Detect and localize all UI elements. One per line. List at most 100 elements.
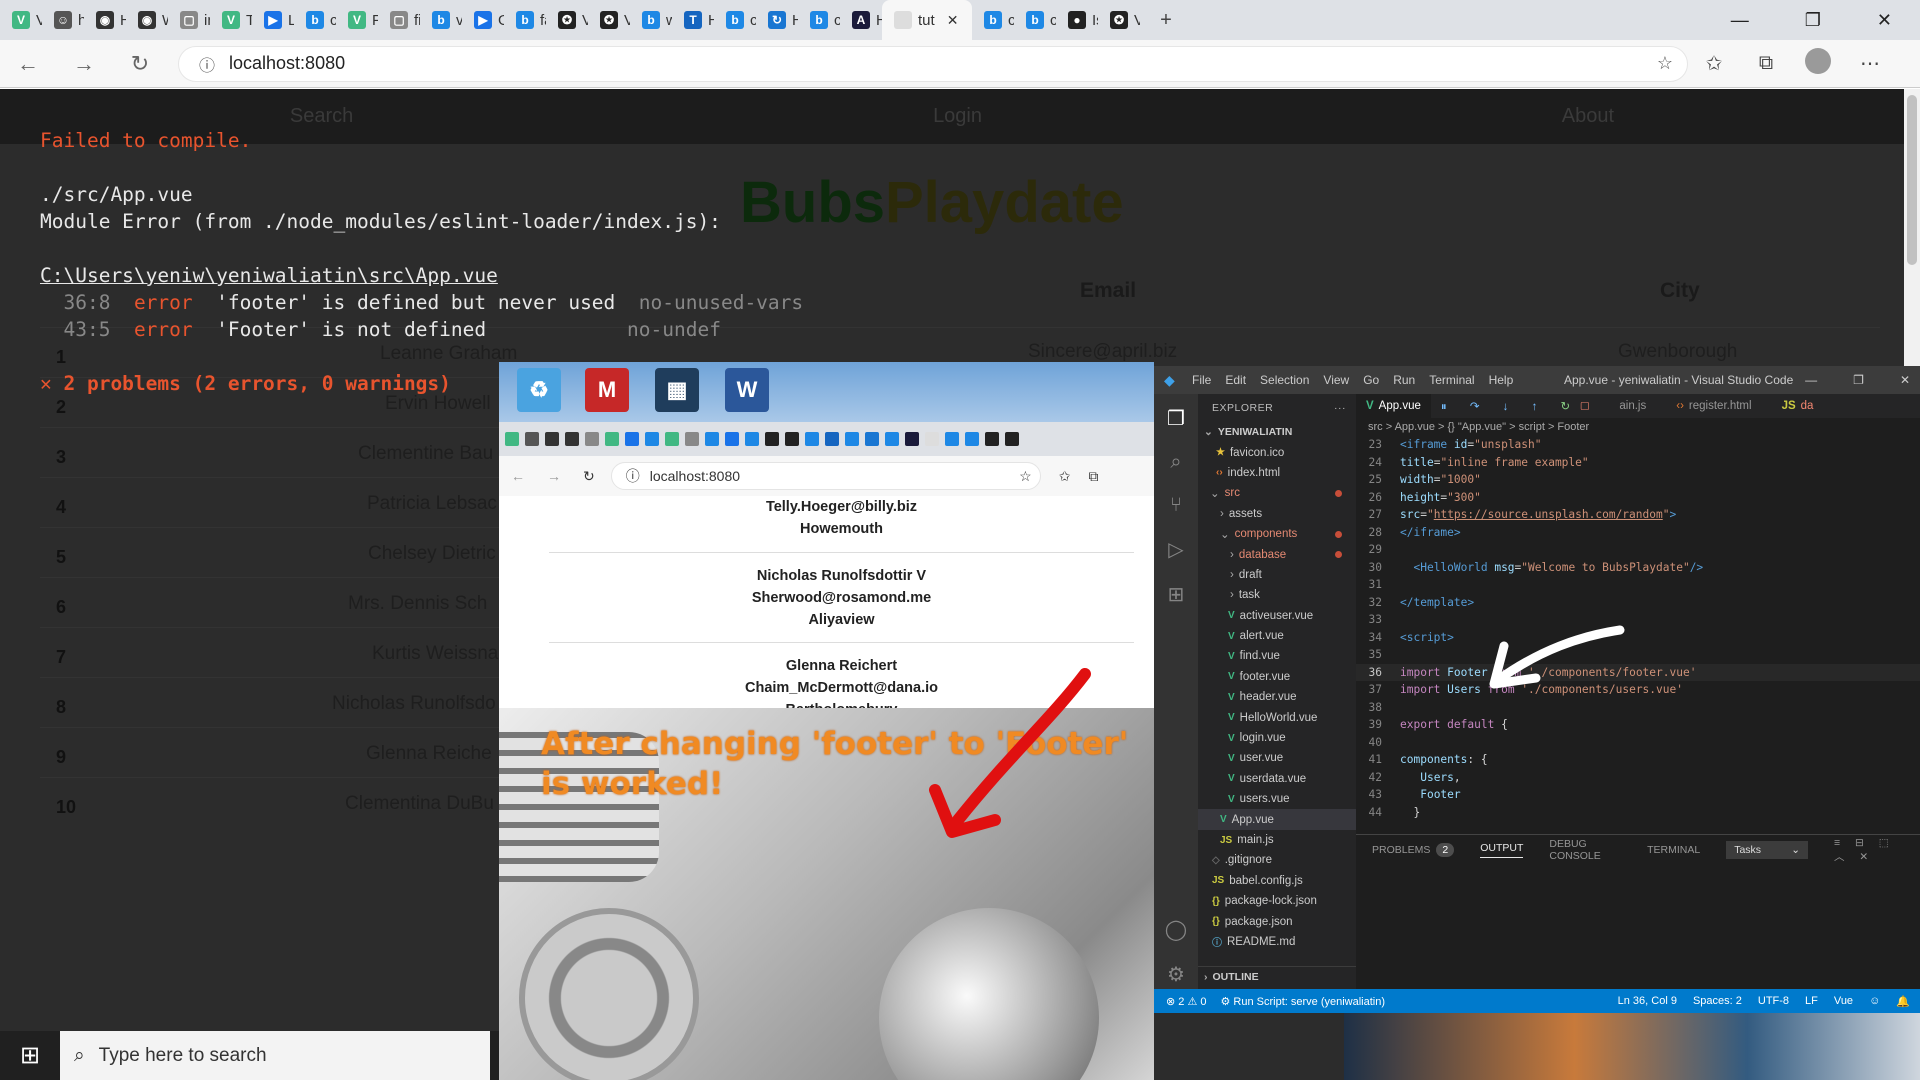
browser-tab[interactable]: ▶Gl [462,0,504,40]
panel-tab-debug-console[interactable]: DEBUG CONSOLE [1549,838,1621,862]
workspace-root[interactable]: ⌄ YENIWALIATIN [1198,422,1356,442]
nav-login-link[interactable]: Login [933,105,982,128]
nav-search-link[interactable]: Search [290,105,353,128]
close-tab-icon[interactable]: ✕ [947,12,959,29]
tree-item[interactable]: {} package.json [1198,911,1356,931]
browser-tab[interactable]: ✪Vu [588,0,630,40]
status-indent[interactable]: Spaces: 2 [1693,995,1742,1008]
taskbar-search-box[interactable]: ⌕ Type here to search [60,1031,490,1080]
url-field[interactable]: ⓘ localhost:8080 ☆ [178,45,1688,82]
tab-main-js[interactable]: ain.js [1609,394,1656,418]
nav-about-link[interactable]: About [1562,105,1614,128]
status-eol[interactable]: LF [1805,995,1818,1008]
browser-tab[interactable]: bco [294,0,336,40]
tree-item[interactable]: JS babel.config.js [1198,871,1356,891]
error-path[interactable]: C:\Users\yeniw\yeniwaliatin\src\App.vue [40,264,498,287]
status-encoding[interactable]: UTF-8 [1758,995,1789,1008]
info-icon[interactable]: ⓘ [199,52,215,76]
menu-item[interactable]: Go [1363,373,1379,387]
minimize-button[interactable]: — [1731,10,1749,31]
browser-tab[interactable]: ▢inc [168,0,210,40]
search-icon[interactable]: ⌕ [1170,451,1181,474]
add-favorite-icon[interactable]: ☆ [1657,53,1673,74]
status-problems[interactable]: ⊗ 2 ⚠ 0 [1166,995,1206,1008]
collections-icon[interactable]: ⧉ [1740,52,1792,75]
tree-item[interactable]: {} package-lock.json [1198,891,1356,911]
account-icon[interactable]: ◯ [1165,917,1187,942]
tree-item[interactable]: ★ favicon.ico [1198,442,1356,462]
tree-item[interactable]: Valert.vue [1198,626,1356,646]
browser-tab[interactable]: ◉We [126,0,168,40]
tab-data-js[interactable]: JS da [1772,394,1824,418]
code-view[interactable]: 23 <iframe id="unsplash" 24 title="inline f… [1356,436,1920,821]
explorer-more-icon[interactable]: ··· [1334,402,1346,414]
tree-item[interactable]: › database [1198,544,1356,564]
tree-item[interactable]: ◇ .gitignore [1198,850,1356,870]
outline-section[interactable]: › OUTLINE [1198,966,1356,986]
menu-item[interactable]: Terminal [1429,373,1474,387]
tree-item[interactable]: Vuserdata.vue [1198,769,1356,789]
browser-tab[interactable]: bfak [504,0,546,40]
tree-item[interactable]: ⓘ README.md [1198,932,1356,952]
reload-button[interactable]: ↻ [112,51,168,77]
tree-item[interactable]: Vlogin.vue [1198,728,1356,748]
browser-tab[interactable]: AHo [840,0,882,40]
status-cursor-position[interactable]: Ln 36, Col 9 [1618,995,1677,1008]
maximize-button[interactable]: ❐ [1805,10,1821,31]
notifications-bell-icon[interactable]: 🔔 [1896,995,1910,1008]
browser-tab[interactable]: ✪VU [1098,0,1140,40]
tree-item[interactable]: Vfind.vue [1198,646,1356,666]
new-tab-button[interactable]: + [1140,9,1192,32]
menu-item[interactable]: Edit [1225,373,1246,387]
browser-tab[interactable]: ✪Vu [546,0,588,40]
tree-item[interactable]: ‹› index.html [1198,463,1356,483]
feedback-icon[interactable]: ☺ [1869,995,1880,1008]
browser-tab[interactable]: ▢fin [378,0,420,40]
browser-tab[interactable]: ◉Ho [84,0,126,40]
browser-tab[interactable]: THT [672,0,714,40]
browser-tab[interactable]: ●Iss [1056,0,1098,40]
browser-tab[interactable]: bco [798,0,840,40]
menu-item[interactable]: File [1192,373,1211,387]
tab-app-vue[interactable]: V App.vue [1356,394,1431,418]
close-window-button[interactable]: ✕ [1877,10,1892,31]
tree-item[interactable]: Vusers.vue [1198,789,1356,809]
menu-item[interactable]: View [1323,373,1349,387]
menu-item[interactable]: Selection [1260,373,1309,387]
tree-item[interactable]: JS main.js [1198,830,1356,850]
browser-tab[interactable]: bwh [630,0,672,40]
browser-tab[interactable]: ↻Ho [756,0,798,40]
panel-tab-problems[interactable]: PROBLEMS 2 [1372,843,1455,857]
browser-tab[interactable]: VTe [210,0,252,40]
tree-item[interactable]: › assets [1198,504,1356,524]
settings-more-icon[interactable]: ⋯ [1844,51,1896,76]
status-run-script[interactable]: ⚙ Run Script: serve (yeniwaliatin) [1220,995,1385,1008]
browser-tab[interactable]: bco [1014,0,1056,40]
browser-tab[interactable]: tut ✕ [882,0,972,40]
browser-tab[interactable]: VPro [336,0,378,40]
menu-item[interactable]: Run [1393,373,1415,387]
browser-tab[interactable]: bco [714,0,756,40]
tree-item[interactable]: V App.vue [1198,809,1356,830]
browser-tab[interactable]: VVu [0,0,42,40]
explorer-icon[interactable]: ❐ [1167,406,1185,431]
tree-item[interactable]: ⌄ src [1198,483,1356,503]
back-button[interactable]: ← [0,51,56,77]
manage-gear-icon[interactable]: ⚙ [1167,962,1185,987]
tab-register-html[interactable]: ‹› register.html [1666,394,1761,418]
tree-item[interactable]: › task [1198,585,1356,605]
tree-item[interactable]: › draft [1198,565,1356,585]
forward-button[interactable]: → [56,51,112,77]
vscode-maximize-button[interactable]: ❐ [1853,373,1864,387]
panel-tab-output[interactable]: OUTPUT [1480,842,1524,858]
vscode-close-button[interactable]: ✕ [1900,373,1910,387]
status-language[interactable]: Vue [1834,995,1853,1008]
run-debug-icon[interactable]: ▷ [1168,537,1183,562]
output-channel-select[interactable]: Tasks ⌄ [1726,841,1808,859]
panel-tab-terminal[interactable]: TERMINAL [1647,844,1700,856]
tree-item[interactable]: Vfooter.vue [1198,667,1356,687]
browser-tab[interactable]: bvu [420,0,462,40]
source-control-icon[interactable]: ⑂ [1170,494,1182,517]
breadcrumb[interactable]: src > App.vue > {} "App.vue" > script > … [1356,418,1920,436]
vscode-minimize-button[interactable]: — [1805,373,1817,387]
